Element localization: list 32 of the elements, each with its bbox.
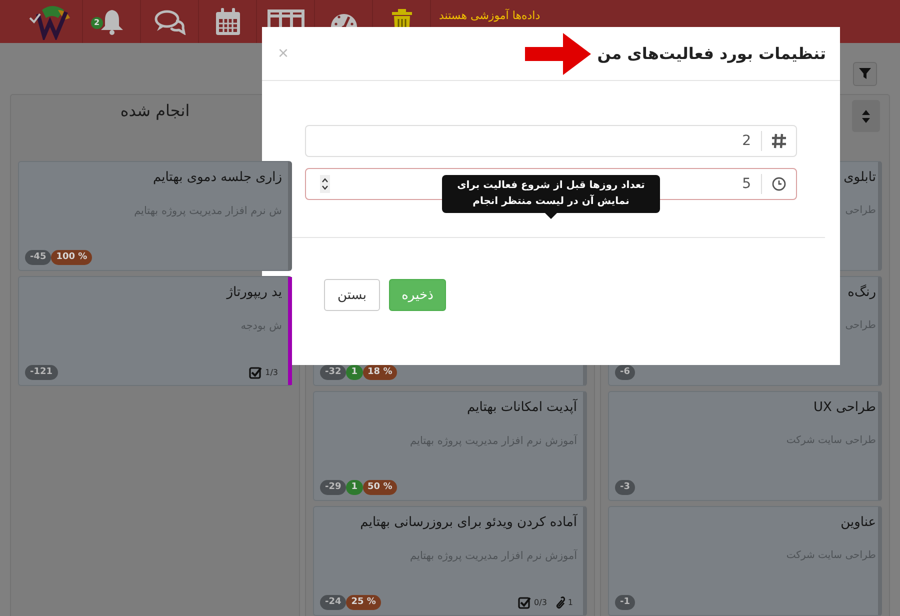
badge: -24: [320, 595, 346, 610]
input-field[interactable]: 2: [305, 125, 797, 157]
badge: -32: [320, 365, 346, 380]
card-title: زاری جلسه دموی بهتایم: [152, 170, 282, 185]
notice-text: داده‌ها آموزشی هستند: [439, 9, 540, 22]
checklist-count: 1/3: [265, 368, 278, 377]
card-title: طراحی UX: [813, 400, 876, 415]
card-title: رنگ‌ه: [848, 285, 876, 300]
badge: 18 %: [362, 365, 398, 380]
card-title: عناوین: [840, 515, 876, 530]
badge: 1: [346, 480, 363, 495]
card-title: آپدیت امکانات بهتایم: [467, 400, 577, 415]
badge: -29: [320, 480, 346, 495]
badge: -6: [615, 365, 635, 380]
attachment-count: 1: [568, 598, 573, 607]
badge: -1: [615, 595, 635, 610]
badge: -45: [25, 250, 52, 265]
badge: 25 %: [346, 595, 381, 610]
badge: -121: [25, 365, 58, 380]
card-title: تابلوی: [844, 170, 876, 185]
card-title: ید ریپورتاژ: [226, 285, 282, 300]
column-title: انجام شده: [120, 101, 190, 120]
checklist-count: 0/3: [534, 598, 547, 607]
badge: 50 %: [362, 480, 398, 495]
tooltip: تعداد روزها قبل از شروع فعالیت برای نمایش آن در لیست منتظر انجام: [442, 175, 660, 213]
badge: 1: [346, 365, 363, 380]
card-title: آماده کردن ویدئو برای بروزرسانی بهتایم: [360, 515, 577, 530]
dialog-title: تنظیمات بورد فعالیت‌های من: [597, 44, 826, 63]
close-button[interactable]: بستن: [324, 279, 380, 311]
notification-badge: 2: [91, 17, 103, 29]
badge: -3: [615, 480, 635, 495]
badge: 100 %: [51, 250, 92, 265]
